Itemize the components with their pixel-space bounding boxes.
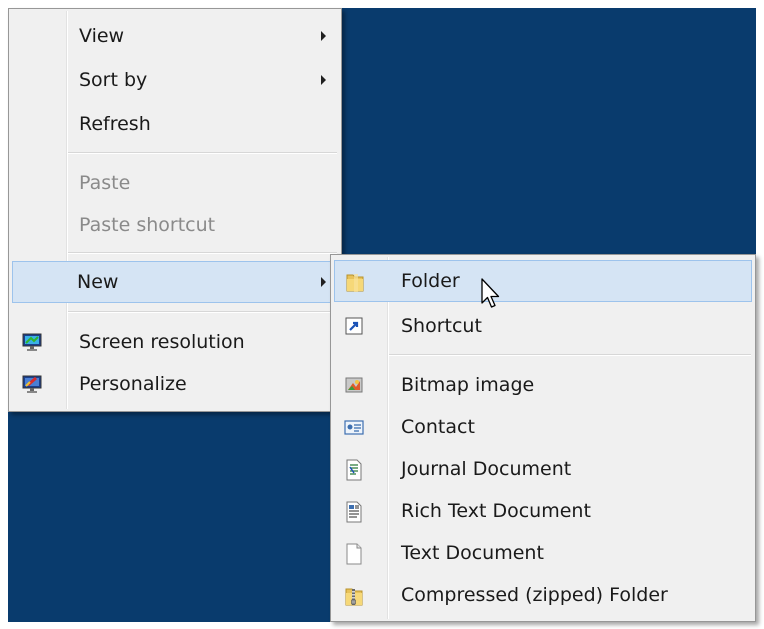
folder-icon (345, 271, 365, 292)
submenu-item-journal-document[interactable]: Journal Document (334, 447, 752, 491)
monitor-display-icon (22, 332, 42, 352)
menu-separator (68, 252, 337, 254)
menu-item-label: Paste shortcut (79, 214, 216, 236)
menu-item-personalize[interactable]: Personalize (12, 362, 338, 406)
submenu-item-shortcut[interactable]: Shortcut (334, 304, 752, 348)
submenu-arrow-icon (321, 31, 326, 41)
submenu-item-compressed-folder[interactable]: Compressed (zipped) Folder (334, 573, 752, 617)
submenu-item-rich-text-document[interactable]: Rich Text Document (334, 489, 752, 533)
menu-separator (389, 354, 751, 356)
submenu-item-label: Shortcut (401, 315, 482, 337)
menu-item-label: Screen resolution (79, 331, 245, 353)
menu-item-label: View (79, 25, 125, 47)
submenu-item-label: Text Document (401, 542, 544, 564)
submenu-item-contact[interactable]: Contact (334, 405, 752, 449)
menu-item-paste[interactable]: Paste (12, 161, 338, 205)
submenu-item-text-document[interactable]: Text Document (334, 531, 752, 575)
menu-item-label: Personalize (79, 373, 187, 395)
menu-item-label: Paste (79, 172, 131, 194)
submenu-arrow-icon (321, 75, 326, 85)
text-document-icon (344, 543, 364, 565)
bitmap-image-icon (344, 375, 364, 395)
submenu-item-label: Contact (401, 416, 475, 438)
new-submenu: Folder Shortcut Bitmap image Contact Jou… (330, 254, 756, 622)
monitor-personalize-icon (22, 374, 42, 394)
menu-item-label: Sort by (79, 69, 148, 91)
submenu-item-label: Folder (401, 270, 460, 292)
menu-item-sort-by[interactable]: Sort by (12, 58, 338, 102)
hand-pointer-cursor-icon (480, 278, 502, 312)
menu-item-label: Refresh (79, 113, 151, 135)
submenu-item-label: Bitmap image (401, 374, 535, 396)
submenu-arrow-icon (321, 277, 326, 287)
menu-item-paste-shortcut[interactable]: Paste shortcut (12, 203, 338, 247)
rich-text-document-icon (344, 501, 364, 523)
submenu-item-folder[interactable]: Folder (334, 260, 752, 302)
menu-item-refresh[interactable]: Refresh (12, 102, 338, 146)
desktop-context-menu: View Sort by Refresh Paste Paste shortcu… (8, 8, 342, 412)
menu-item-label: New (77, 271, 119, 293)
menu-separator (68, 152, 337, 154)
zipped-folder-icon (344, 585, 364, 606)
submenu-item-label: Compressed (zipped) Folder (401, 584, 668, 606)
menu-item-view[interactable]: View (12, 14, 338, 58)
shortcut-icon (344, 316, 364, 336)
submenu-item-label: Journal Document (401, 458, 572, 480)
contact-card-icon (344, 417, 364, 437)
journal-document-icon (344, 459, 364, 481)
menu-item-new[interactable]: New (12, 261, 338, 303)
submenu-item-label: Rich Text Document (401, 500, 591, 522)
menu-separator (68, 311, 337, 313)
menu-item-screen-resolution[interactable]: Screen resolution (12, 320, 338, 364)
submenu-item-bitmap-image[interactable]: Bitmap image (334, 363, 752, 407)
